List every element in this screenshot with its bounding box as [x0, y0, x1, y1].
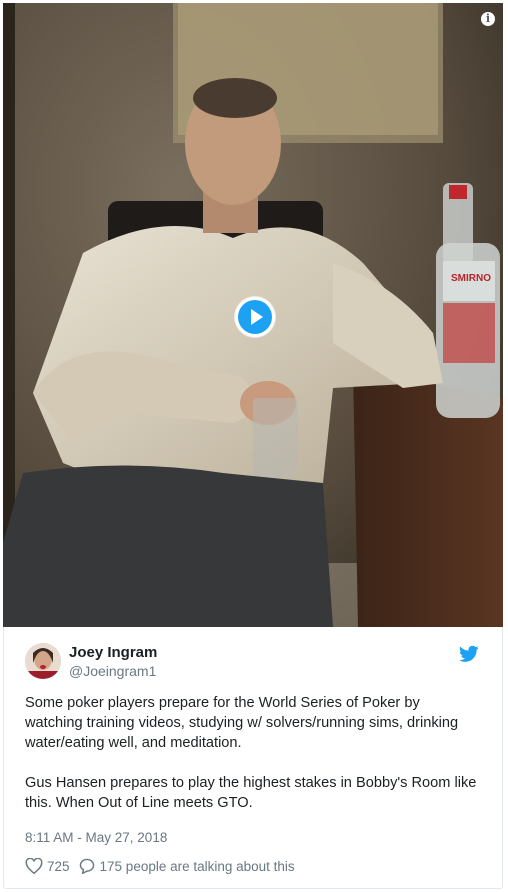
video-thumbnail[interactable]: SMIRNO i — [3, 3, 503, 627]
conversation-action[interactable]: 175 people are talking about this — [78, 858, 295, 874]
play-button[interactable] — [235, 297, 275, 337]
tweet-timestamp[interactable]: 8:11 AM - May 27, 2018 — [25, 830, 167, 845]
tweet-header: Joey Ingram @Joeingram1 — [25, 643, 485, 683]
play-icon — [238, 300, 272, 334]
author-name[interactable]: Joey Ingram — [69, 644, 157, 661]
tweet-actions: 725 175 people are talking about this — [25, 856, 303, 876]
avatar[interactable] — [25, 643, 61, 679]
info-label: i — [485, 12, 491, 25]
bottle-label: SMIRNO — [451, 273, 491, 284]
tweet-paragraph-2: Gus Hansen prepares to play the highest … — [25, 775, 477, 811]
info-icon[interactable]: i — [481, 12, 495, 26]
like-count: 725 — [47, 858, 70, 874]
heart-icon — [25, 858, 43, 874]
tweet-paragraph-1: Some poker players prepare for the World… — [25, 695, 459, 751]
talking-count: 175 people are talking about this — [99, 858, 295, 874]
author-handle[interactable]: @Joeingram1 — [69, 663, 156, 679]
twitter-bird-icon[interactable] — [459, 645, 479, 663]
reply-icon — [79, 858, 94, 874]
tweet-text: Some poker players prepare for the World… — [25, 693, 480, 813]
like-action[interactable]: 725 — [25, 858, 70, 874]
